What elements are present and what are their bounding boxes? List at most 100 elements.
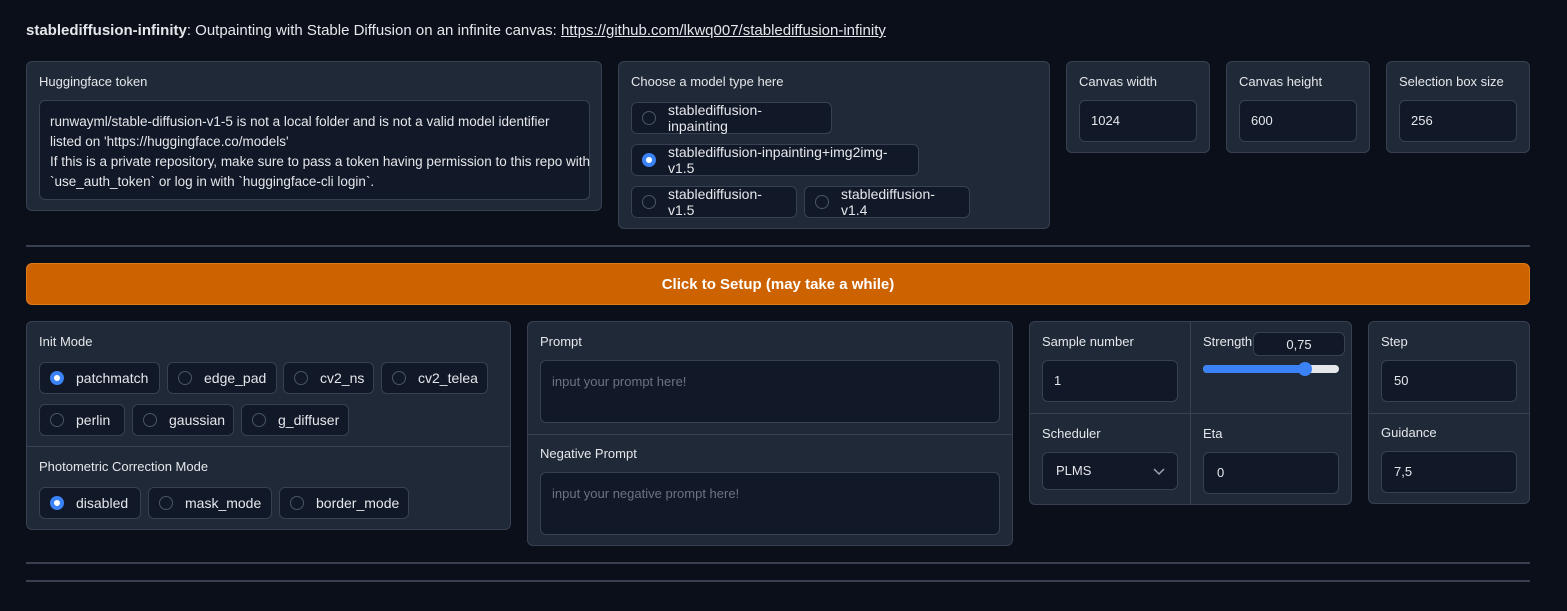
strength-slider[interactable] [1203,362,1339,376]
step-guidance-panel: Step 50 Guidance 7,5 [1368,321,1530,504]
token-line-4: `use_auth_token` or log in with `hugging… [50,174,375,189]
token-line-3: If this is a private repository, make su… [50,154,590,169]
model-label: Choose a model type here [631,74,784,89]
radio-icon [290,496,304,510]
init-option-cv2-telea[interactable]: cv2_telea [381,362,488,394]
token-line-2: listed on 'https://huggingface.co/models… [50,134,289,149]
model-option-v1-4[interactable]: stablediffusion-v1.4 [804,186,970,218]
init-option-g-diffuser[interactable]: g_diffuser [241,404,349,436]
section-divider [1369,413,1529,414]
radio-icon [815,195,829,209]
option-label: border_mode [316,495,400,511]
option-label: stablediffusion-inpainting+img2img-v1.5 [668,144,888,176]
radio-icon [252,413,266,427]
chevron-down-icon [1153,468,1165,476]
selection-box-label: Selection box size [1399,74,1504,89]
radio-icon [159,496,173,510]
radio-selected-icon [642,153,656,167]
divider [26,562,1530,564]
option-label: gaussian [169,412,226,428]
option-label: disabled [76,495,129,511]
step-input[interactable]: 50 [1381,360,1517,402]
prompt-label: Prompt [540,334,582,349]
option-label: g_diffuser [278,412,340,428]
token-panel: Huggingface token runwayml/stable-diffus… [26,61,602,211]
radio-icon [50,413,64,427]
model-option-inpainting[interactable]: stablediffusion-inpainting [631,102,832,134]
model-panel: Choose a model type here stablediffusion… [618,61,1050,229]
option-label: edge_pad [204,370,267,386]
section-divider [1030,413,1351,414]
radio-icon [143,413,157,427]
radio-icon [294,371,308,385]
eta-input[interactable]: 0 [1203,452,1339,494]
canvas-width-panel: Canvas width 1024 [1066,61,1210,153]
option-label: stablediffusion-inpainting [668,102,762,134]
photometric-option-mask-mode[interactable]: mask_mode [148,487,272,519]
sample-number-input[interactable]: 1 [1042,360,1178,402]
canvas-width-label: Canvas width [1079,74,1158,89]
section-divider [528,434,1012,435]
sample-number-label: Sample number [1042,334,1134,349]
canvas-height-panel: Canvas height 600 [1226,61,1370,153]
divider [26,580,1530,582]
scheduler-label: Scheduler [1042,426,1101,441]
negative-prompt-label: Negative Prompt [540,446,637,461]
option-label: stablediffusion-v1.4 [841,186,935,218]
github-link[interactable]: https://github.com/lkwq007/stablediffusi… [561,22,886,39]
app-description: : Outpainting with Stable Diffusion on a… [186,22,561,39]
token-textarea[interactable]: runwayml/stable-diffusion-v1-5 is not a … [39,100,590,200]
radio-icon [642,111,656,125]
option-label: mask_mode [185,495,262,511]
canvas-height-label: Canvas height [1239,74,1323,89]
option-label: cv2_telea [418,370,478,386]
init-option-edge-pad[interactable]: edge_pad [167,362,277,394]
photometric-label: Photometric Correction Mode [39,459,209,474]
prompt-textarea[interactable]: input your prompt here! [540,360,1000,423]
sampling-panel: Sample number 1 Strength 0,75 Scheduler … [1029,321,1352,505]
guidance-label: Guidance [1381,425,1437,440]
init-mode-label: Init Mode [39,334,93,349]
model-option-inpainting-img2img[interactable]: stablediffusion-inpainting+img2img-v1.5 [631,144,919,176]
strength-value-input[interactable]: 0,75 [1253,332,1345,356]
option-label: patchmatch [76,370,149,386]
option-label: perlin [76,412,111,428]
app-name: stablediffusion-infinity [26,22,187,39]
radio-icon [392,371,406,385]
init-option-cv2-ns[interactable]: cv2_ns [283,362,374,394]
strength-slider-fill [1203,365,1305,373]
init-option-perlin[interactable]: perlin [39,404,125,436]
scheduler-value: PLMS [1056,463,1092,478]
step-label: Step [1381,334,1408,349]
selection-box-input[interactable]: 256 [1399,100,1517,142]
init-option-patchmatch[interactable]: patchmatch [39,362,160,394]
guidance-input[interactable]: 7,5 [1381,451,1517,493]
prompt-panel: Prompt input your prompt here! Negative … [527,321,1013,546]
setup-button[interactable]: Click to Setup (may take a while) [26,263,1530,305]
eta-label: Eta [1203,426,1223,441]
radio-selected-icon [50,371,64,385]
canvas-width-input[interactable]: 1024 [1079,100,1197,142]
photometric-option-border-mode[interactable]: border_mode [279,487,409,519]
divider [26,245,1530,247]
strength-slider-handle[interactable] [1298,362,1312,376]
radio-icon [178,371,192,385]
negative-prompt-textarea[interactable]: input your negative prompt here! [540,472,1000,535]
strength-label: Strength [1203,334,1253,349]
setup-button-label: Click to Setup (may take a while) [661,275,895,293]
radio-icon [642,195,656,209]
init-mode-panel: Init Mode patchmatch edge_pad cv2_ns cv2… [26,321,511,530]
radio-selected-icon [50,496,64,510]
option-label: cv2_ns [320,370,365,386]
option-label: stablediffusion-v1.5 [668,186,762,218]
token-label: Huggingface token [39,74,148,89]
photometric-option-disabled[interactable]: disabled [39,487,141,519]
init-option-gaussian[interactable]: gaussian [132,404,234,436]
model-option-v1-5[interactable]: stablediffusion-v1.5 [631,186,797,218]
scheduler-select[interactable]: PLMS [1042,452,1178,490]
selection-box-panel: Selection box size 256 [1386,61,1530,153]
section-divider [27,446,510,447]
canvas-height-input[interactable]: 600 [1239,100,1357,142]
page-header: stablediffusion-infinity: Outpainting wi… [26,22,886,39]
token-line-1: runwayml/stable-diffusion-v1-5 is not a … [50,114,550,129]
